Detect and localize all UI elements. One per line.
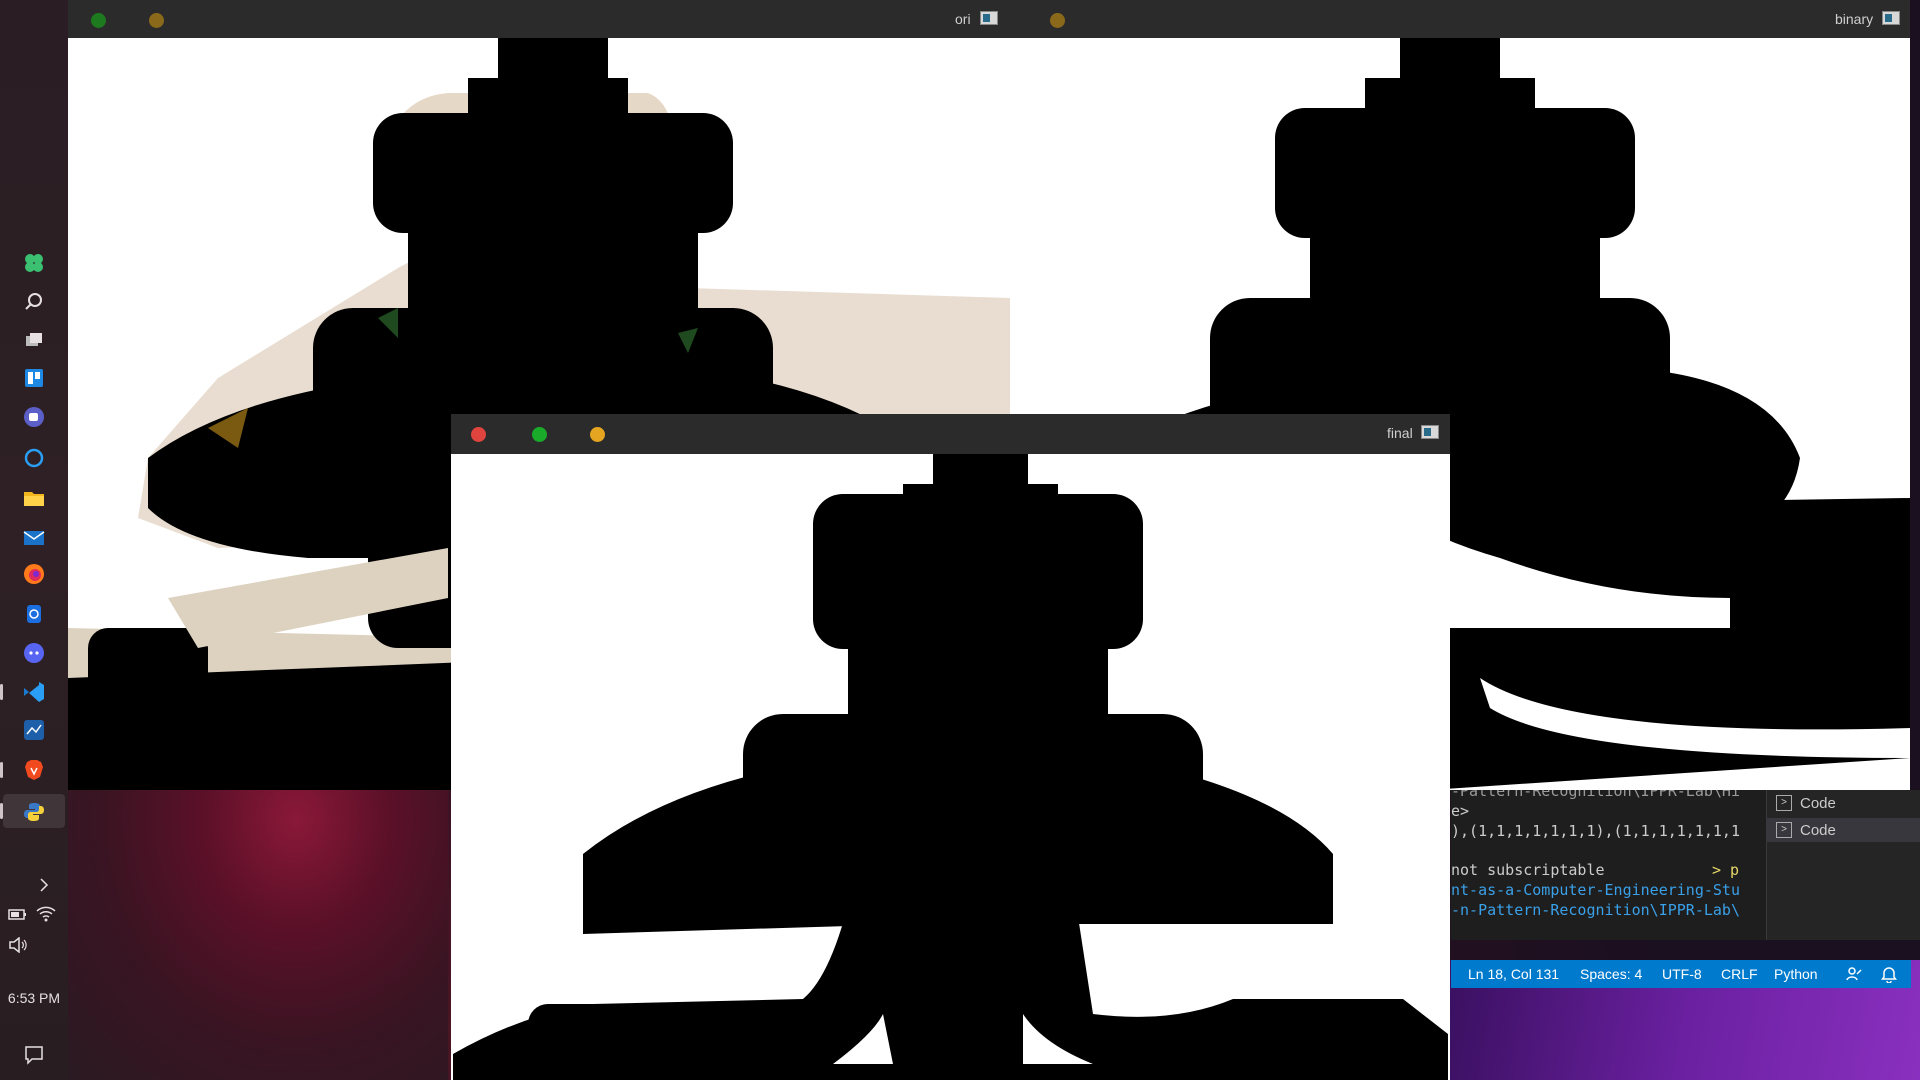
notifications-icon[interactable]	[22, 1043, 46, 1067]
language-mode[interactable]: Python	[1774, 966, 1818, 982]
terminal-path: nt-as-a-Computer-Engineering-Stu	[1451, 881, 1740, 899]
terminal-list-label: Code	[1800, 821, 1836, 839]
minimize-button[interactable]	[149, 13, 164, 28]
trello-icon[interactable]	[22, 366, 46, 390]
wallpaper-swirl	[68, 790, 448, 1080]
window-icon	[1421, 425, 1439, 439]
maximize-button[interactable]	[532, 427, 547, 442]
file-explorer-icon[interactable]	[22, 486, 46, 510]
terminal-list-item[interactable]: > Code	[1776, 791, 1916, 815]
firefox-icon[interactable]	[22, 562, 46, 586]
final-image	[453, 454, 1448, 1080]
wifi-icon[interactable]	[34, 902, 58, 926]
chevron-right-icon[interactable]	[36, 873, 52, 897]
ori-titlebar[interactable]: ori	[68, 0, 1010, 38]
minimize-button[interactable]	[590, 427, 605, 442]
terminal-icon: >	[1776, 795, 1792, 811]
discord-icon[interactable]	[22, 641, 46, 665]
final-window[interactable]: final	[451, 414, 1450, 1080]
line-ending[interactable]: CRLF	[1721, 966, 1758, 982]
python-icon[interactable]	[22, 800, 46, 824]
app-icon[interactable]	[22, 602, 46, 626]
terminal-list-item-selected[interactable]: > Code	[1766, 818, 1920, 842]
close-button[interactable]	[471, 427, 486, 442]
volume-icon[interactable]	[6, 933, 30, 957]
terminal-line: not subscriptable	[1451, 861, 1605, 879]
terminal-path: -n-Pattern-Recognition\IPPR-Lab\	[1451, 901, 1740, 919]
window-title: binary	[1835, 11, 1874, 27]
terminal-list-label: Code	[1800, 794, 1836, 812]
indent-spaces[interactable]: Spaces: 4	[1580, 966, 1642, 982]
terminal-line: e>	[1451, 802, 1470, 820]
search-icon[interactable]	[22, 290, 46, 314]
teams-icon[interactable]	[22, 405, 46, 429]
terminal-icon: >	[1776, 822, 1792, 838]
window-icon	[980, 11, 998, 25]
file-encoding[interactable]: UTF-8	[1662, 966, 1702, 982]
window-icon	[1882, 11, 1900, 25]
running-indicator	[0, 803, 3, 819]
running-indicator	[0, 762, 3, 778]
maximize-button[interactable]	[91, 13, 106, 28]
running-indicator	[0, 684, 3, 700]
taskbar: 6:53 PM	[0, 0, 68, 1080]
terminal-line: ),(1,1,1,1,1,1,1),(1,1,1,1,1,1,1	[1451, 822, 1740, 840]
cortana-icon[interactable]	[22, 446, 46, 470]
final-titlebar[interactable]: final	[451, 414, 1450, 454]
terminal-prompt: > p	[1712, 861, 1740, 879]
mail-icon[interactable]	[22, 526, 46, 550]
window-title: ori	[955, 11, 971, 27]
cursor-position[interactable]: Ln 18, Col 131	[1468, 966, 1559, 982]
task-view-icon[interactable]	[22, 328, 46, 352]
taskbar-clock[interactable]: 6:53 PM	[0, 990, 68, 1006]
minimize-button[interactable]	[1050, 13, 1065, 28]
binary-titlebar[interactable]: binary	[1010, 0, 1910, 38]
vscode-icon[interactable]	[22, 680, 46, 704]
battery-icon[interactable]	[6, 902, 30, 926]
notifications-bell-icon[interactable]	[1881, 965, 1897, 986]
brave-icon[interactable]	[22, 758, 46, 782]
window-title: final	[1387, 425, 1413, 441]
vscode-statusbar: Ln 18, Col 131 Spaces: 4 UTF-8 CRLF Pyth…	[1451, 960, 1911, 988]
clover-icon[interactable]	[22, 251, 46, 275]
app-icon[interactable]	[22, 718, 46, 742]
feedback-icon[interactable]	[1845, 965, 1863, 986]
